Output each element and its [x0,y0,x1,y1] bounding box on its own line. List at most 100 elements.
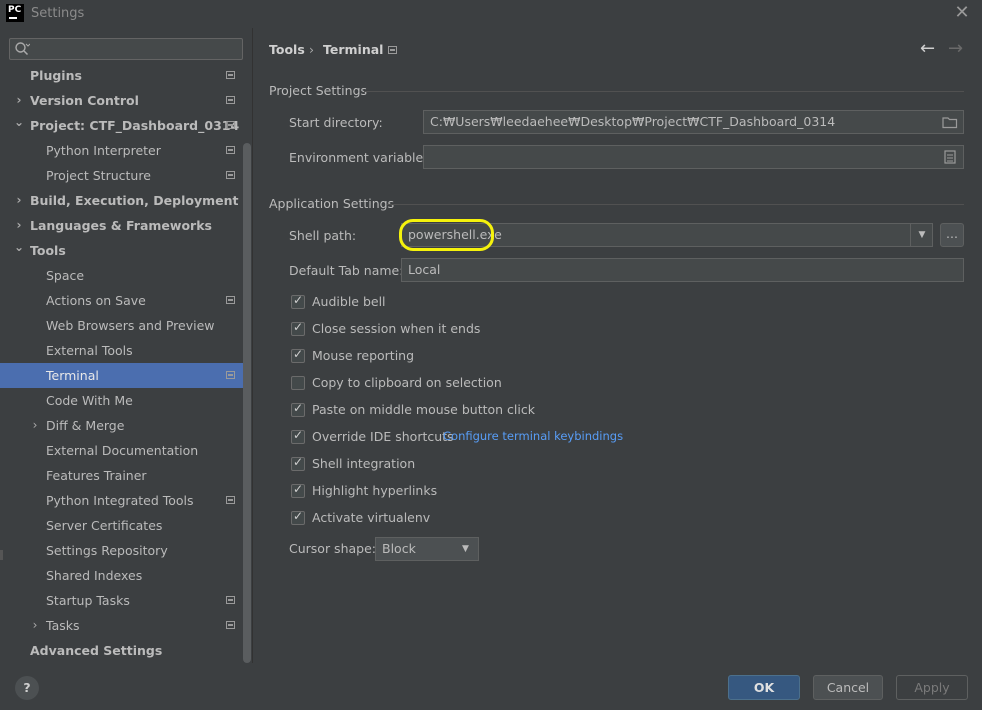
checkbox[interactable] [291,482,305,498]
start-directory-field[interactable]: C:₩Users₩leedaehee₩Desktop₩Project₩CTF_D… [423,110,964,134]
sidebar-item[interactable]: Project Structure [0,163,251,188]
checkbox[interactable] [291,401,305,417]
sidebar-item-label: Diff & Merge [46,418,125,433]
sidebar-item-label: Space [46,268,85,283]
checkbox[interactable] [291,428,305,444]
folder-icon[interactable] [942,115,958,129]
sidebar-item[interactable]: Terminal [0,363,251,388]
project-level-icon [226,296,235,304]
checkbox[interactable] [291,455,305,471]
project-level-icon [226,171,235,179]
sidebar-item-label: Features Trainer [46,468,147,483]
sidebar-item-label: Project Structure [46,168,151,183]
sidebar-item-label: Actions on Save [46,293,146,308]
chevron-right-icon[interactable]: › [13,88,25,113]
sidebar-item-label: Advanced Settings [30,643,163,658]
sidebar-item[interactable]: Actions on Save [0,288,251,313]
sidebar-item-label: Terminal [46,368,99,383]
sidebar-item[interactable]: Web Browsers and Preview [0,313,251,338]
chevron-right-icon[interactable]: › [13,188,25,213]
default-tab-name-label: Default Tab name: [289,263,404,278]
checkbox[interactable] [291,376,305,390]
sidebar-item-label: Settings Repository [46,543,168,558]
sidebar-item[interactable]: External Documentation [0,438,251,463]
sidebar-item[interactable]: Python Interpreter [0,138,251,163]
close-icon[interactable]: ✕ [952,2,972,24]
checkbox[interactable] [291,347,305,363]
chevron-down-icon[interactable]: ⌄ [13,113,25,138]
start-directory-label: Start directory: [289,115,383,130]
help-button[interactable]: ? [15,676,39,700]
sidebar-item[interactable]: Code With Me [0,388,251,413]
sidebar-item[interactable]: Shared Indexes [0,563,251,588]
sidebar-item[interactable]: › Tasks [0,613,251,638]
pycharm-logo-icon: PC [6,4,24,22]
project-level-icon [226,371,235,379]
sidebar-item[interactable]: Startup Tasks [0,588,251,613]
edit-list-icon[interactable] [944,150,956,164]
sidebar-item[interactable]: Server Certificates [0,513,251,538]
sidebar-item[interactable]: Advanced Settings [0,638,251,663]
cursor-shape-select[interactable]: Block ▼ [375,537,479,561]
sidebar-item[interactable]: Plugins [0,63,251,88]
ok-button[interactable]: OK [728,675,800,700]
sidebar-item[interactable]: Features Trainer [0,463,251,488]
chevron-right-icon[interactable]: › [29,413,41,438]
checkbox-label: Audible bell [312,294,386,309]
browse-button[interactable]: ... [940,223,964,247]
configure-keybindings-link[interactable]: Configure terminal keybindings [443,429,623,443]
chevron-down-icon[interactable]: ▼ [910,224,933,246]
sidebar-item-label: Languages & Frameworks [30,218,212,233]
environment-variables-label: Environment variables: [289,150,434,165]
checkbox[interactable] [291,293,305,309]
back-arrow-icon[interactable]: ← [920,38,935,59]
sidebar-scrollbar[interactable] [243,143,251,663]
project-level-icon [226,596,235,604]
shell-path-label: Shell path: [289,228,357,243]
sidebar-item-label: Startup Tasks [46,593,130,608]
sidebar-item-label: Project: CTF_Dashboard_0314 [30,118,240,133]
window-title: Settings [31,6,85,21]
cursor-shape-label: Cursor shape: [289,541,376,556]
checkbox[interactable] [291,509,305,525]
sidebar-item-label: External Documentation [46,443,199,458]
sidebar-item[interactable]: ⌄ Project: CTF_Dashboard_0314 [0,113,251,138]
sidebar-item[interactable]: Settings Repository [0,538,251,563]
cursor-shape-value: Block [382,541,416,556]
sidebar-item[interactable]: Space [0,263,251,288]
section-divider [387,204,964,205]
sidebar-item-label: Python Interpreter [46,143,161,158]
sidebar-item[interactable]: › Build, Execution, Deployment [0,188,251,213]
sidebar-item[interactable]: ⌄ Tools [0,238,251,263]
project-level-icon [226,496,235,504]
search-icon [15,42,30,56]
project-level-icon [226,71,235,79]
forward-arrow-icon[interactable]: → [948,38,963,59]
environment-variables-field[interactable] [423,145,964,169]
sidebar-item[interactable]: › Diff & Merge [0,413,251,438]
breadcrumb-separator: › [309,42,314,57]
sidebar-item[interactable]: Python Integrated Tools [0,488,251,513]
apply-button[interactable]: Apply [896,675,968,700]
sidebar-item-label: Plugins [30,68,82,83]
sidebar-item-label: Tasks [46,618,80,633]
sidebar-item[interactable]: › Languages & Frameworks [0,213,251,238]
sidebar-item[interactable]: External Tools [0,338,251,363]
chevron-right-icon[interactable]: › [13,213,25,238]
cancel-button[interactable]: Cancel [813,675,883,700]
sidebar-item[interactable]: › Version Control [0,88,251,113]
checkbox[interactable] [291,320,305,336]
search-input[interactable] [9,38,243,60]
project-level-icon [226,146,235,154]
sidebar-item-label: Server Certificates [46,518,163,533]
title-bar [0,0,982,28]
default-tab-name-field[interactable]: Local [401,258,964,282]
start-directory-value: C:₩Users₩leedaehee₩Desktop₩Project₩CTF_D… [430,114,836,129]
chevron-down-icon[interactable]: ⌄ [13,238,25,263]
sidebar-item-label: Web Browsers and Preview [46,318,215,333]
sidebar-item-label: Code With Me [46,393,133,408]
resize-handle[interactable] [0,550,3,560]
chevron-right-icon[interactable]: › [29,613,41,638]
breadcrumb-parent[interactable]: Tools [269,42,305,57]
checkbox-label: Paste on middle mouse button click [312,402,535,417]
